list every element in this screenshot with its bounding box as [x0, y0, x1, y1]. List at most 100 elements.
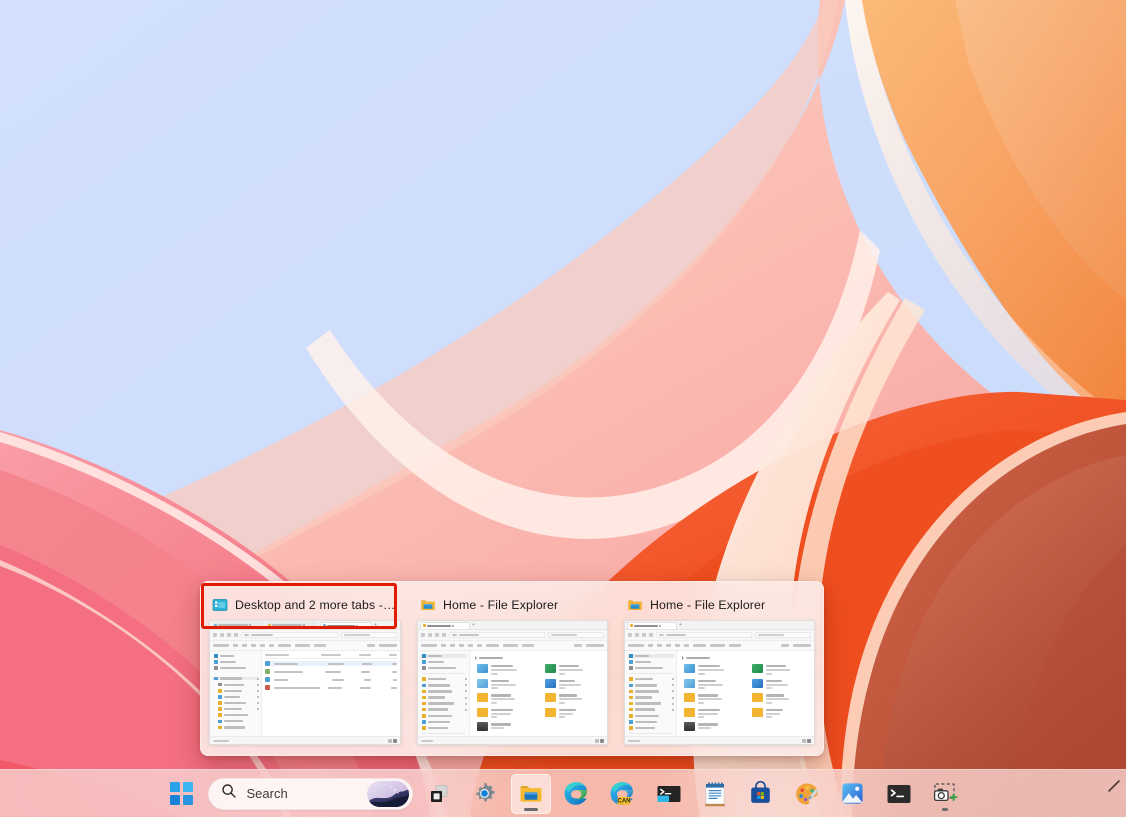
- mini-window-body: [625, 651, 814, 744]
- mini-status-bar: [418, 736, 607, 744]
- folder-icon: [518, 781, 544, 807]
- notepad-icon: [703, 781, 727, 807]
- mini-grid-item: [545, 664, 605, 675]
- command-prompt-button[interactable]: [649, 774, 689, 814]
- terminal-light-icon: [656, 781, 682, 807]
- folder-icon: [627, 597, 643, 613]
- snipping-tool-icon: [931, 781, 959, 807]
- windows-terminal-button[interactable]: [879, 774, 919, 814]
- copilot-illustration[interactable]: [367, 781, 409, 807]
- thumbnail-titlebar-3: Home - File Explorer: [624, 590, 815, 620]
- mini-tab-strip: +: [418, 621, 607, 630]
- mini-grid-item: [684, 708, 744, 719]
- photos-button[interactable]: [833, 774, 873, 814]
- mini-grid-item: [477, 722, 537, 731]
- mini-file-row: [265, 685, 397, 690]
- paint-button[interactable]: [787, 774, 827, 814]
- thumbnail-image-1[interactable]: +: [209, 620, 401, 745]
- mini-file-row: [265, 669, 397, 674]
- mini-tab-active: [627, 622, 677, 629]
- thumbnail-titlebar-1: Desktop and 2 more tabs - ...: [209, 590, 401, 620]
- mini-navbar: [418, 630, 607, 641]
- mini-tab: [212, 622, 264, 629]
- mini-grid-item: [545, 679, 605, 690]
- mini-grid-item: [545, 708, 605, 719]
- thumbnail-item-1[interactable]: Desktop and 2 more tabs - ... +: [201, 582, 409, 755]
- mini-quick-access-grid: [680, 664, 811, 731]
- mini-tab-strip: +: [625, 621, 814, 630]
- running-indicator: [942, 808, 948, 811]
- mini-home-content: [677, 651, 814, 744]
- mini-command-bar: [625, 641, 814, 651]
- mini-file-row: [265, 677, 397, 682]
- thumbnail-image-2[interactable]: +: [417, 620, 608, 745]
- mini-new-tab-icon: +: [472, 623, 475, 628]
- gear-icon: [472, 781, 497, 806]
- thumbnail-item-3[interactable]: Home - File Explorer +: [616, 582, 823, 755]
- taskbar[interactable]: Search: [0, 769, 1126, 817]
- microsoft-edge-button[interactable]: [557, 774, 597, 814]
- mini-grid-item: [477, 664, 537, 675]
- mini-status-bar: [210, 736, 400, 744]
- file-explorer-button[interactable]: [511, 774, 551, 814]
- mini-navigation-pane: [418, 651, 470, 744]
- mini-navigation-pane: [625, 651, 677, 744]
- mini-navbar: [210, 630, 400, 641]
- mini-file-row: [265, 661, 397, 666]
- mini-grid-item: [752, 708, 812, 719]
- mini-new-tab-icon: +: [679, 623, 682, 628]
- mini-status-bar: [625, 736, 814, 744]
- mini-column-headers: [265, 654, 397, 659]
- mini-quick-access-grid: [473, 664, 604, 731]
- mini-grid-item: [752, 693, 812, 704]
- search-placeholder: Search: [247, 786, 357, 801]
- file-explorer-tabs-icon: [212, 597, 228, 613]
- mini-command-bar: [418, 641, 607, 651]
- edge-canary-button[interactable]: CAN: [603, 774, 643, 814]
- mini-grid-item: [752, 679, 812, 690]
- mini-quick-access-header: [682, 656, 811, 660]
- store-bag-icon: [748, 781, 773, 806]
- thumbnail-title-1: Desktop and 2 more tabs - ...: [235, 598, 397, 612]
- thumbnail-item-2[interactable]: Home - File Explorer +: [409, 582, 616, 755]
- search-box[interactable]: Search: [208, 778, 413, 810]
- search-icon: [221, 783, 237, 804]
- task-view-button[interactable]: [419, 774, 459, 814]
- mini-grid-item: [545, 693, 605, 704]
- paint-palette-icon: [794, 781, 820, 807]
- mini-grid-item: [684, 693, 744, 704]
- taskbar-thumbnail-flyout[interactable]: Desktop and 2 more tabs - ... +: [200, 581, 824, 756]
- notepad-button[interactable]: [695, 774, 735, 814]
- system-tray[interactable]: [1108, 770, 1120, 817]
- mini-grid-item: [477, 693, 537, 704]
- running-indicator: [524, 808, 538, 811]
- edge-icon: [563, 780, 590, 807]
- mini-tab-active: [320, 622, 372, 629]
- mini-grid-item: [684, 722, 744, 731]
- taskbar-center-group: Search: [162, 774, 965, 814]
- mini-quick-access-header: [475, 656, 604, 660]
- mini-navigation-pane: [210, 651, 262, 744]
- start-button[interactable]: [162, 774, 202, 814]
- edge-canary-icon: CAN: [609, 780, 636, 807]
- windows-logo-icon: [170, 782, 193, 805]
- mini-grid-item: [477, 679, 537, 690]
- task-view-icon: [427, 782, 451, 806]
- mini-command-bar: [210, 641, 400, 651]
- folder-icon: [420, 597, 436, 613]
- snipping-tool-button[interactable]: [925, 774, 965, 814]
- microsoft-store-button[interactable]: [741, 774, 781, 814]
- mini-file-list: [262, 651, 400, 744]
- settings-button[interactable]: [465, 774, 505, 814]
- photos-icon: [840, 781, 865, 806]
- mini-grid-item: [684, 664, 744, 675]
- thumbnail-title-2: Home - File Explorer: [443, 598, 558, 612]
- chevron-icon[interactable]: [1108, 780, 1120, 795]
- mini-grid-item: [752, 664, 812, 675]
- mini-tab: [266, 622, 318, 629]
- mini-new-tab-icon: +: [374, 623, 377, 628]
- terminal-dark-icon: [886, 782, 912, 806]
- thumbnail-image-3[interactable]: +: [624, 620, 815, 745]
- mini-grid-item: [477, 708, 537, 719]
- mini-tab-active: [420, 622, 470, 629]
